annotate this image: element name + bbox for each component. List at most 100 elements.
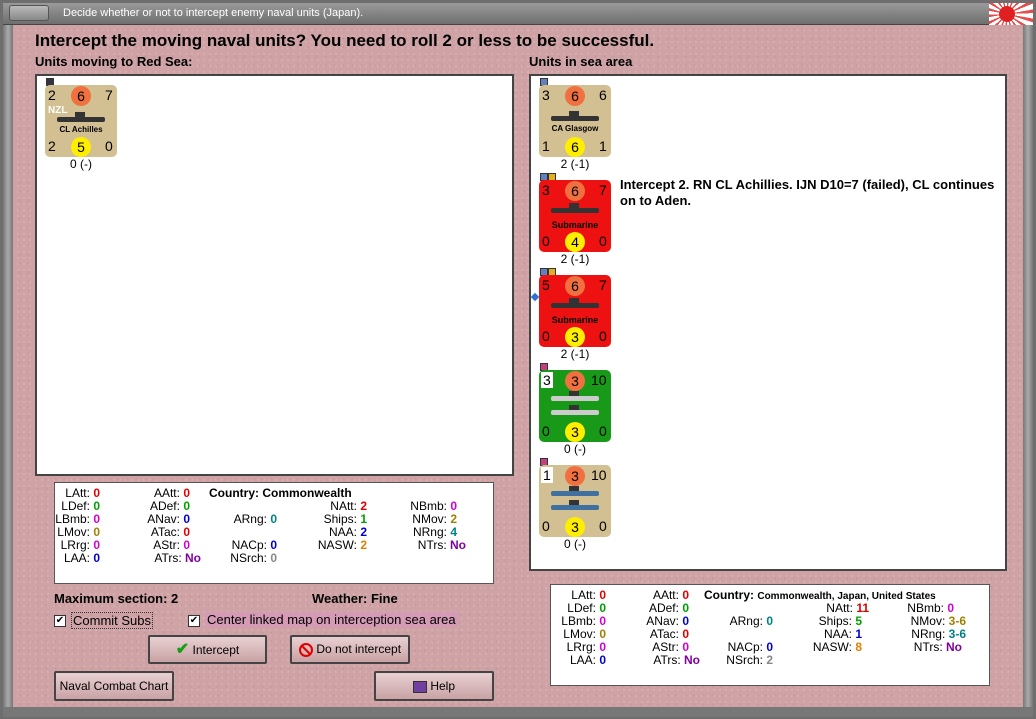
stat-value: 3-6 xyxy=(948,614,966,628)
stat-value: 0 xyxy=(682,614,689,628)
stat-value: 1 xyxy=(360,512,367,526)
stat-value: 0 xyxy=(183,525,190,539)
counter-value: 1 xyxy=(542,138,550,154)
stat-value: 0 xyxy=(270,538,277,552)
center-map-label[interactable]: Center linked map on interception sea ar… xyxy=(205,612,458,627)
counter-value: 3 xyxy=(565,466,585,486)
counter-value: 6 xyxy=(565,86,585,106)
intercept-label: Intercept xyxy=(192,643,240,657)
counter-value: 5 xyxy=(542,277,550,293)
stat-value: 0 xyxy=(93,499,100,513)
counter-value: 3 xyxy=(565,327,585,347)
country-label: Country: xyxy=(209,486,259,500)
counter-value: 3 xyxy=(565,371,585,391)
counter-value: 10 xyxy=(591,372,607,388)
stat-value: 0 xyxy=(766,614,773,628)
stat-value: 0 xyxy=(93,551,100,565)
do-not-intercept-label: Do not intercept xyxy=(316,642,402,656)
unit-counter-submarine[interactable]: 5 6 7 Submarine 0 3 0 xyxy=(539,275,611,347)
commit-subs-checkbox[interactable]: ✔ xyxy=(54,615,66,627)
title-bar: Decide whether or not to intercept enemy… xyxy=(3,3,1033,25)
submarine-silhouette-icon xyxy=(551,298,599,308)
unit-status: 2 (-1) xyxy=(560,347,590,361)
stat-value: 2 xyxy=(360,499,367,513)
moving-units-stats: LAtt: 0 LDef: 0 LBmb: 0 LMov: 0 LRrg: 0 … xyxy=(54,482,494,584)
stat-value: No xyxy=(684,653,700,667)
counter-value: 0 xyxy=(599,423,607,439)
stat-value: 0 xyxy=(270,512,277,526)
counter-value: 2 xyxy=(48,87,56,103)
counter-value: 7 xyxy=(599,277,607,293)
unit-counter-submarine[interactable]: 3 6 7 Submarine 0 4 0 xyxy=(539,180,611,252)
counter-value: 0 xyxy=(542,233,550,249)
stat-value: 0 xyxy=(599,588,606,602)
unit-counter-convoy[interactable]: 3 3 10 0 3 0 xyxy=(539,370,611,442)
unit-counter-convoy[interactable]: 1 3 10 0 3 0 xyxy=(539,465,611,537)
counter-value: 4 xyxy=(565,232,585,252)
ship-silhouette-icon xyxy=(551,500,599,510)
stat-value: No xyxy=(946,640,962,654)
do-not-intercept-button[interactable]: Do not intercept xyxy=(290,635,410,664)
selection-marker-icon xyxy=(530,292,540,302)
intercept-result-text: Intercept 2. RN CL Achillies. IJN D10=7 … xyxy=(620,177,995,208)
stat-value: 0 xyxy=(682,627,689,641)
counter-value: 0 xyxy=(542,423,550,439)
stat-value: 3-6 xyxy=(948,627,966,641)
sea-area-units-stats: LAtt: 0 LDef: 0 LBmb: 0 LMov: 0 LRrg: 0 … xyxy=(550,584,990,686)
stat-value: 0 xyxy=(270,551,277,565)
counter-value: 3 xyxy=(541,372,553,388)
stat-value: 0 xyxy=(682,588,689,602)
unit-counter-ca-glasgow[interactable]: 3 6 6 CA Glasgow 1 6 1 xyxy=(539,85,611,157)
unit-status: 2 (-1) xyxy=(560,157,590,171)
japan-flag-icon xyxy=(989,3,1033,25)
country-value: Commonwealth xyxy=(262,486,352,500)
book-icon xyxy=(412,680,427,693)
stat-value: 0 xyxy=(682,640,689,654)
stat-value: 0 xyxy=(93,538,100,552)
stat-value: 11 xyxy=(856,601,869,615)
stat-value: 8 xyxy=(855,640,862,654)
counter-value: 1 xyxy=(599,138,607,154)
moving-units-panel: 2 6 7 NZL CL Achilles 2 5 0 0 (-) xyxy=(35,74,514,476)
naval-combat-chart-label: Naval Combat Chart xyxy=(59,679,169,693)
counter-value: 0 xyxy=(542,518,550,534)
stat-value: 1 xyxy=(855,627,862,641)
unit-status: 2 (-1) xyxy=(560,252,590,266)
stat-value: 0 xyxy=(682,601,689,615)
unit-name: Submarine xyxy=(551,220,599,230)
prohibited-icon xyxy=(298,642,313,657)
right-frame xyxy=(1023,25,1033,715)
stat-value: 0 xyxy=(599,653,606,667)
ship-silhouette-icon xyxy=(551,405,599,415)
counter-value: 2 xyxy=(48,138,56,154)
ship-silhouette-icon xyxy=(551,111,599,121)
help-button[interactable]: Help xyxy=(374,671,494,701)
unit-name: CA Glasgow xyxy=(551,124,599,133)
center-map-checkbox[interactable]: ✔ xyxy=(188,615,200,627)
stat-value: 2 xyxy=(450,512,457,526)
help-label: Help xyxy=(430,679,456,693)
window-menu-button[interactable] xyxy=(9,5,49,21)
unit-counter-cl-achilles[interactable]: 2 6 7 NZL CL Achilles 2 5 0 xyxy=(45,85,117,157)
stat-value: No xyxy=(450,538,466,552)
window-title: Decide whether or not to intercept enemy… xyxy=(63,7,364,19)
nation-tag: NZL xyxy=(48,105,68,116)
max-section-text: Maximum section: 2 xyxy=(54,591,179,606)
stat-value: 0 xyxy=(183,499,190,513)
weather-text: Weather: Fine xyxy=(312,591,398,606)
stat-value: 0 xyxy=(599,627,606,641)
naval-combat-chart-button[interactable]: Naval Combat Chart xyxy=(54,671,174,701)
intercept-button[interactable]: ✔ Intercept xyxy=(148,635,267,664)
counter-value: 6 xyxy=(71,86,91,106)
sea-area-units-panel: 3 6 6 CA Glasgow 1 6 1 2 (-1) 3 6 7 Subm… xyxy=(529,74,1007,571)
stat-value: 0 xyxy=(93,486,100,500)
counter-value: 5 xyxy=(71,137,91,157)
stat-value: 0 xyxy=(947,601,954,615)
stat-value: 0 xyxy=(183,512,190,526)
counter-value: 3 xyxy=(565,422,585,442)
stat-value: 0 xyxy=(766,640,773,654)
commit-subs-label[interactable]: Commit Subs xyxy=(71,612,154,629)
counter-value: 6 xyxy=(599,87,607,103)
stat-value: 0 xyxy=(93,525,100,539)
stat-value: 5 xyxy=(855,614,862,628)
